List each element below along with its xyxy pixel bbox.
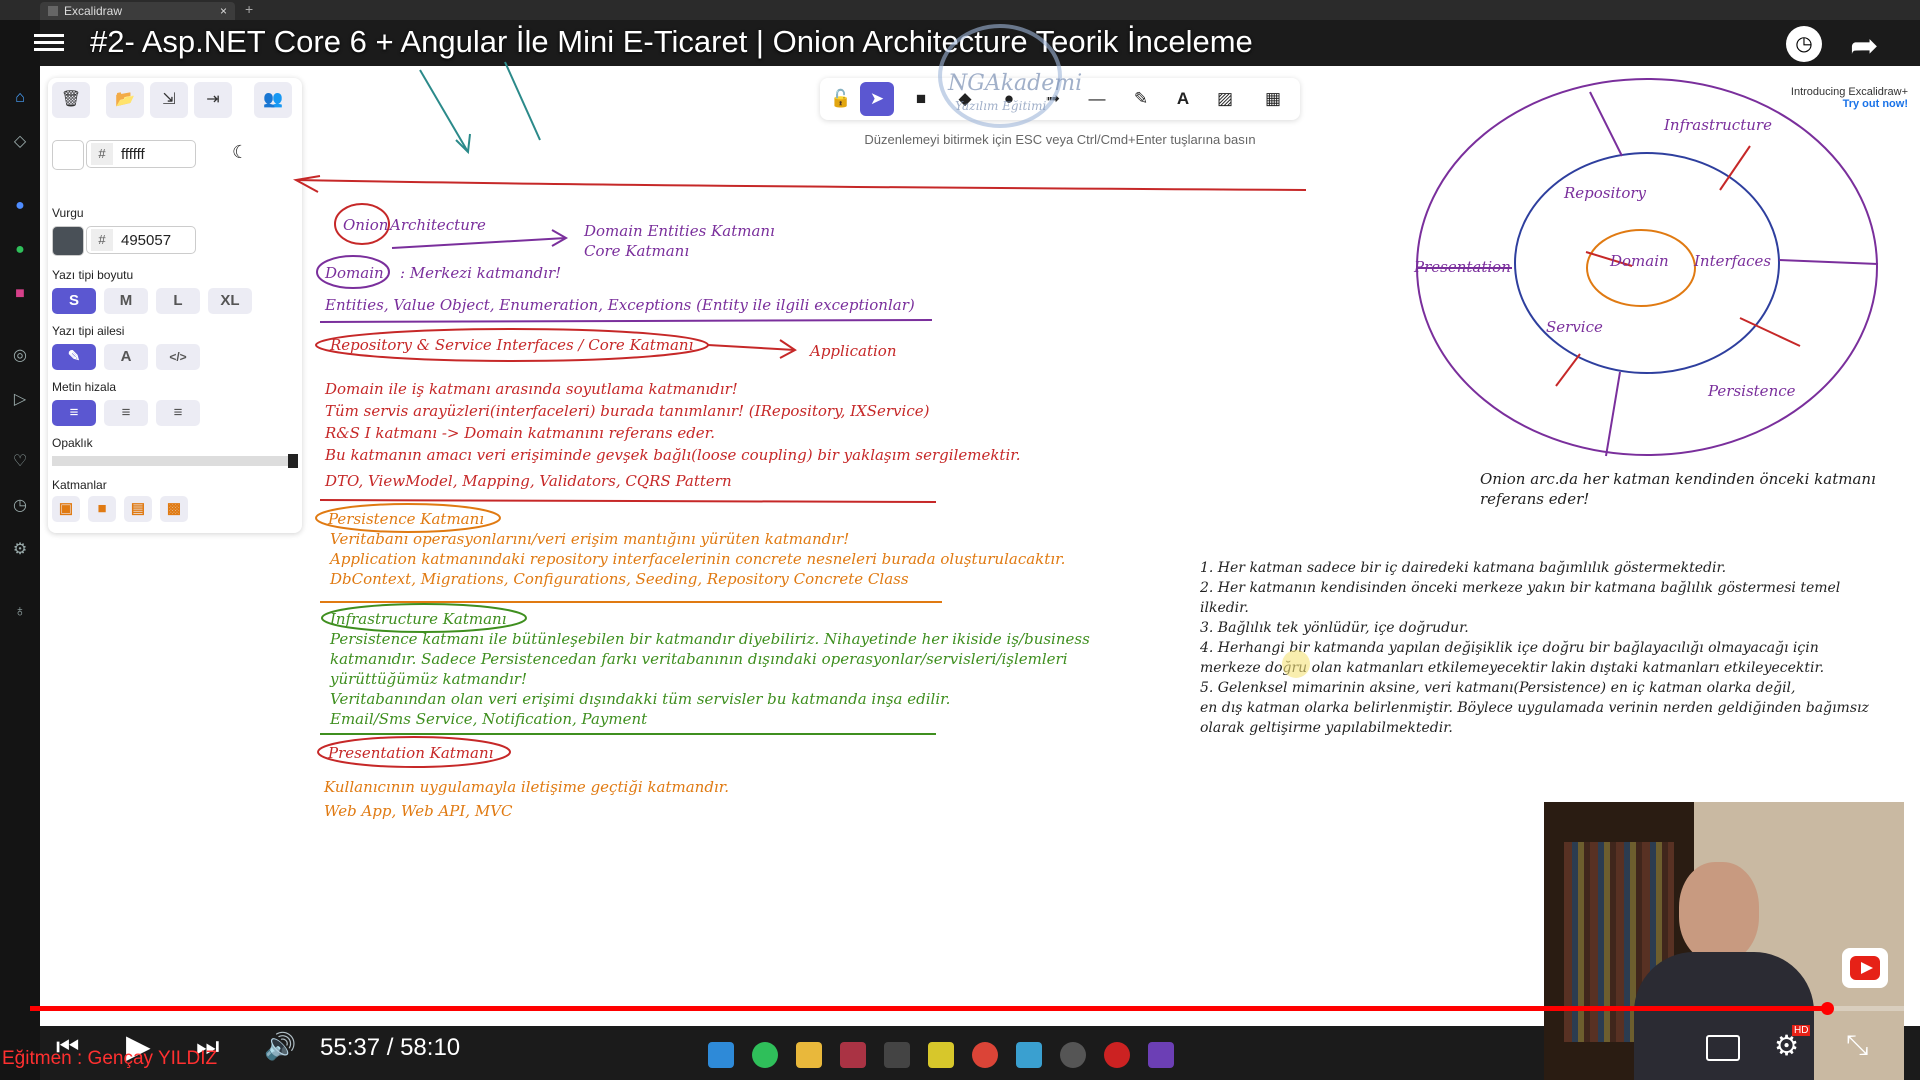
persistence-line-1: Veritabanı operasyonlarını/veri erişim m… [330,530,849,548]
app-line-1: Domain ile iş katmanı arasında soyutlama… [324,380,738,398]
diagram-note-1: Onion arc.da her katman kendinden önceki… [1480,470,1876,488]
infrastructure-line-2: katmanıdır. Sadece Persistencedan farkı … [330,650,1068,668]
presentation-line-2: Web App, Web API, MVC [324,802,513,820]
infrastructure-line-1: Persistence katmanı ile bütünleşebilen b… [329,630,1090,648]
persistence-title: Persistence Katmanı [327,510,484,528]
arrow-service [1555,353,1581,387]
watermark-text: NGAkademi [947,71,1082,96]
time-separator: / [380,1034,401,1061]
red-separator-arrowhead [292,175,321,193]
terminal-icon[interactable] [884,1042,910,1068]
rule-line-1: 1. Her katman sadece bir iç dairedeki ka… [1200,560,1726,576]
diagram-domain: Domain [1609,252,1669,270]
teal-arrow-right [504,61,541,141]
repo-service-text: Repository & Service Interfaces / Core K… [329,336,693,354]
notes-icon[interactable] [1016,1042,1042,1068]
presentation-title: Presentation Katmanı [327,744,493,762]
purple-arrow-1 [391,237,567,249]
hd-badge: HD [1792,1025,1811,1036]
diagram-repository: Repository [1563,184,1647,202]
divider-1 [1589,91,1623,157]
youtube-logo-icon[interactable] [1842,948,1888,988]
search-taskbar-icon[interactable] [1060,1042,1086,1068]
divider-3 [1778,259,1879,265]
subtitles-icon[interactable] [1706,1035,1740,1061]
divider-4 [1605,371,1621,457]
diagram-note-2: referans eder! [1480,490,1589,508]
entities-line: Entities, Value Object, Enumeration, Exc… [324,296,915,314]
folder-icon[interactable] [796,1042,822,1068]
persistence-line-3: DbContext, Migrations, Configurations, S… [329,570,909,588]
fullscreen-exit-icon[interactable]: ⤡ [1846,1029,1868,1062]
domain-entities-text: Domain Entities Katmanı [583,222,775,240]
arrow-infra [1719,145,1751,191]
teal-arrow-left [419,69,469,153]
diagram-persistence: Persistence [1707,382,1796,400]
vs-icon[interactable] [1148,1042,1174,1068]
application-text: Application [808,342,897,360]
presentation-line-1: Kullanıcının uygulamayla iletişime geçti… [323,778,729,796]
domain-text: Domain [324,264,384,282]
windows-icon[interactable] [708,1042,734,1068]
rule-line-9: olarak geltişirme yapılabilmektedir. [1200,720,1453,736]
volume-icon[interactable]: 🔊 [264,1031,296,1062]
rule-line-3: ilkedir. [1200,600,1249,616]
infrastructure-line-3: yürüttüğümüz katmandır! [329,670,527,688]
rule-line-4: 3. Bağlılık tek yönlüdür, içe doğrudur. [1200,620,1469,636]
persistence-line-2: Application katmanındaki repository inte… [328,550,1065,568]
person-head [1679,862,1759,962]
cursor-highlight [1282,650,1310,678]
red-separator-line [295,179,1307,191]
progress-fill [30,1006,1828,1011]
sticky-icon[interactable] [928,1042,954,1068]
record-icon[interactable] [1104,1042,1130,1068]
chrome-icon[interactable] [972,1042,998,1068]
app-line-4: Bu katmanın amacı veri erişiminde gevşek… [324,446,1021,464]
instructor-caption: Eğitmen : Gençay YILDIZ [2,1048,218,1069]
core-katmani-text: Core Katmanı [584,242,689,260]
rule-line-7: 5. Gelenksel mimarinin aksine, veri katm… [1200,680,1795,696]
red-arrow-application [707,344,796,351]
rule-line-2: 2. Her katmanın kendisinden önceki merke… [1199,580,1840,596]
architecture-text: Architecture [388,216,486,234]
dto-line: DTO, ViewModel, Mapping, Validators, CQR… [324,472,732,490]
diagram-infrastructure: Infrastructure [1663,116,1772,134]
purple-underline [319,319,933,323]
diagram-presentation: Presentation [1413,258,1511,276]
onion-text: Onion [343,216,388,234]
taskbar [700,1038,1200,1072]
domain-desc: : Merkezi katmandır! [400,264,561,282]
app-icon[interactable] [840,1042,866,1068]
infrastructure-line-5: Email/Sms Service, Notification, Payment [329,710,648,728]
watermark-subtext: Yazılım Eğitimi [955,99,1046,113]
red-underline [319,499,937,503]
progress-bar[interactable] [30,1006,1910,1011]
diagram-interfaces: Interfaces [1693,252,1771,270]
time-display: 55:37 / 58:10 [320,1034,460,1062]
diagram-service: Service [1546,318,1603,336]
app-line-3: R&S I katmanı -> Domain katmanını refera… [324,424,715,442]
infrastructure-title: Infrastructure Katmanı [329,610,507,628]
rule-line-8: en dış katman olarka belirlenmiştir. Böy… [1200,700,1869,716]
time-total: 58:10 [400,1034,461,1061]
time-current: 55:37 [320,1034,381,1061]
app-line-2: Tüm servis arayüzleri(interfaceleri) bur… [325,402,930,420]
whatsapp-taskbar-icon[interactable] [752,1042,778,1068]
infrastructure-line-4: Veritabanından olan veri erişimi dışında… [330,690,950,708]
